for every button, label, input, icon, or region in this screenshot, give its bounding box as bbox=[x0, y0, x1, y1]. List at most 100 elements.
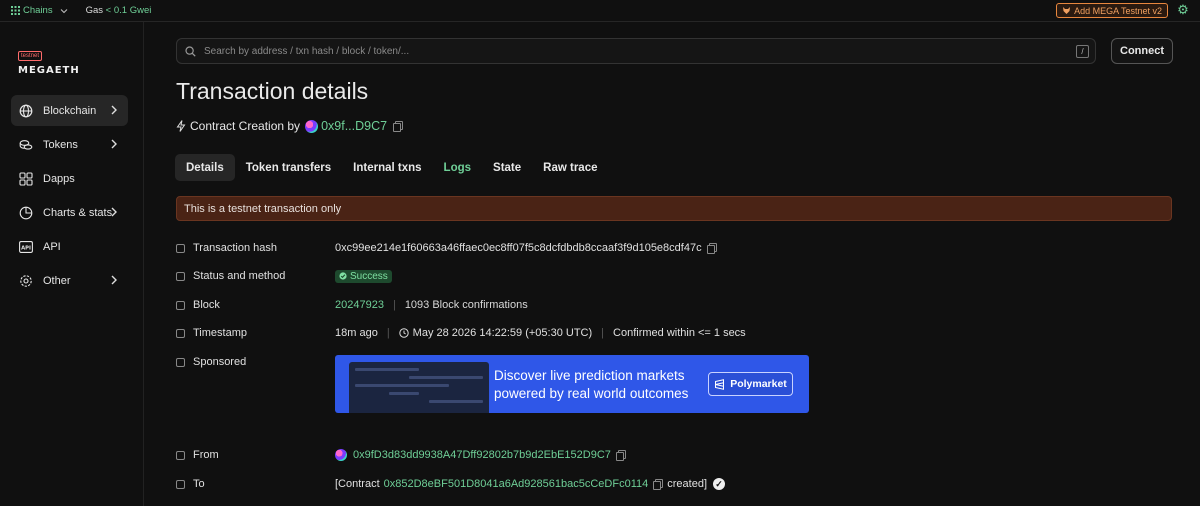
top-bar: Chains Gas < 0.1 Gwei Add MEGA Testnet v… bbox=[0, 0, 1200, 22]
logo-wordmark: MEGAETH bbox=[18, 65, 80, 76]
detail-row-timestamp: Timestamp 18m ago | May 28 2026 14:22:59… bbox=[176, 324, 1176, 342]
info-icon[interactable] bbox=[176, 300, 185, 310]
tab-details[interactable]: Details bbox=[175, 154, 235, 181]
chevron-right-icon bbox=[111, 105, 117, 115]
to-suffix: created] bbox=[667, 478, 707, 490]
sidebar-item-label: Charts & stats bbox=[43, 206, 113, 219]
info-icon[interactable] bbox=[176, 243, 185, 253]
ad-line-2: powered by real world outcomes bbox=[494, 386, 689, 401]
info-icon[interactable] bbox=[176, 450, 185, 460]
gas-price: Gas < 0.1 Gwei bbox=[86, 5, 152, 16]
sponsored-label: Sponsored bbox=[193, 356, 247, 368]
sidebar-item-label: Dapps bbox=[43, 172, 75, 185]
search-icon bbox=[185, 45, 196, 57]
polymarket-button[interactable]: Polymarket bbox=[708, 372, 793, 396]
tab-state[interactable]: State bbox=[482, 154, 532, 181]
sidebar-item-charts-stats[interactable]: Charts & stats bbox=[11, 197, 128, 228]
detail-row-status: Status and method Success bbox=[176, 267, 1176, 285]
status-label: Status and method bbox=[193, 270, 286, 282]
tab-token-transfers[interactable]: Token transfers bbox=[235, 154, 342, 181]
logo[interactable]: testnet MEGAETH bbox=[18, 44, 80, 76]
chevron-right-icon bbox=[111, 207, 117, 217]
add-network-label: Add MEGA Testnet v2 bbox=[1074, 5, 1162, 16]
testnet-warning-banner: This is a testnet transaction only bbox=[176, 196, 1172, 221]
status-badge: Success bbox=[335, 269, 392, 283]
chains-label: Chains bbox=[23, 5, 53, 16]
timestamp-label: Timestamp bbox=[193, 327, 247, 339]
tx-type-label: Contract Creation by bbox=[190, 119, 301, 133]
sidebar-item-dapps[interactable]: Dapps bbox=[11, 163, 128, 194]
connect-button[interactable]: Connect bbox=[1111, 38, 1173, 64]
tab-logs[interactable]: Logs bbox=[433, 154, 482, 181]
coins-icon bbox=[19, 138, 33, 152]
to-address-link[interactable]: 0x852D8eBF501D8041a6Ad928561bac5cCeDFc01… bbox=[384, 478, 649, 490]
add-network-button[interactable]: Add MEGA Testnet v2 bbox=[1056, 3, 1168, 18]
polymarket-label: Polymarket bbox=[730, 378, 787, 390]
timestamp-value: May 28 2026 14:22:59 (+05:30 UTC) bbox=[412, 327, 593, 339]
timestamp-confirmed: Confirmed within <= 1 secs bbox=[613, 327, 746, 339]
gas-value: < 0.1 Gwei bbox=[105, 5, 152, 16]
ad-line-1: Discover live prediction markets bbox=[494, 368, 685, 383]
gas-label: Gas bbox=[85, 5, 104, 16]
search-bar[interactable]: Search by address / txn hash / block / t… bbox=[176, 38, 1096, 64]
sponsored-ad-banner[interactable]: Discover live prediction markets powered… bbox=[335, 355, 809, 413]
info-icon[interactable] bbox=[176, 479, 185, 489]
hash-value: 0xc99ee214e1f60663a46ffaec0ec8ff07f5c8dc… bbox=[335, 242, 702, 254]
tx-subtitle: Contract Creation by 0x9f...D9C7 bbox=[176, 119, 404, 133]
page-title: Transaction details bbox=[176, 78, 369, 104]
chains-menu[interactable]: Chains bbox=[11, 5, 68, 16]
creator-address-link[interactable]: 0x9f...D9C7 bbox=[321, 119, 387, 133]
lightning-icon bbox=[176, 120, 186, 132]
avatar bbox=[305, 119, 319, 133]
info-icon[interactable] bbox=[176, 328, 185, 338]
chevron-right-icon bbox=[111, 139, 117, 149]
sidebar-item-label: API bbox=[43, 240, 61, 253]
detail-row-block: Block 20247923 | 1093 Block confirmation… bbox=[176, 296, 1176, 314]
copy-icon[interactable] bbox=[706, 243, 717, 254]
globe-icon bbox=[19, 104, 33, 118]
testnet-badge: testnet bbox=[18, 51, 43, 61]
check-circle-icon bbox=[339, 272, 347, 280]
block-link[interactable]: 20247923 bbox=[335, 299, 384, 311]
divider: | bbox=[392, 299, 396, 311]
sidebar-item-label: Tokens bbox=[43, 138, 78, 151]
polymarket-logo-icon bbox=[715, 378, 725, 390]
sidebar-item-other[interactable]: Other bbox=[11, 265, 128, 296]
tab-raw-trace[interactable]: Raw trace bbox=[532, 154, 608, 181]
sidebar-item-blockchain[interactable]: Blockchain bbox=[11, 95, 128, 126]
block-label: Block bbox=[193, 299, 220, 311]
timestamp-ago: 18m ago bbox=[335, 327, 378, 339]
copy-icon[interactable] bbox=[653, 479, 664, 490]
status-text: Success bbox=[350, 270, 388, 282]
from-address-link[interactable]: 0x9fD3d83dd9938A47Dff92802b7b9d2EbE152D9… bbox=[353, 449, 611, 461]
svg-text:API: API bbox=[21, 245, 31, 251]
to-label: To bbox=[193, 478, 205, 490]
hash-label: Transaction hash bbox=[193, 242, 277, 254]
sidebar-item-api[interactable]: API API bbox=[11, 231, 128, 262]
sidebar-item-tokens[interactable]: Tokens bbox=[11, 129, 128, 160]
tab-bar: Details Token transfers Internal txns Lo… bbox=[175, 154, 609, 181]
chart-icon bbox=[19, 206, 33, 220]
verified-check-icon: ✓ bbox=[713, 478, 725, 490]
block-confirmations: 1093 Block confirmations bbox=[404, 299, 528, 311]
tab-internal-txns[interactable]: Internal txns bbox=[342, 154, 432, 181]
ad-screenshot-image bbox=[349, 362, 489, 413]
detail-row-hash: Transaction hash 0xc99ee214e1f60663a46ff… bbox=[176, 239, 1176, 257]
fox-icon bbox=[1063, 7, 1071, 14]
search-input[interactable]: Search by address / txn hash / block / t… bbox=[204, 46, 409, 57]
sidebar-item-label: Blockchain bbox=[43, 104, 97, 117]
detail-row-to: To [Contract 0x852D8eBF501D8041a6Ad92856… bbox=[176, 475, 1176, 493]
divider: | bbox=[386, 327, 390, 339]
sidebar-item-label: Other bbox=[43, 274, 71, 287]
chevron-down-icon bbox=[60, 8, 67, 13]
divider: | bbox=[601, 327, 605, 339]
copy-icon[interactable] bbox=[615, 450, 626, 461]
info-icon[interactable] bbox=[176, 357, 185, 367]
ad-text: Discover live prediction markets powered… bbox=[494, 367, 688, 403]
grid-icon bbox=[19, 171, 33, 186]
copy-icon[interactable] bbox=[393, 121, 404, 132]
info-icon[interactable] bbox=[176, 271, 185, 281]
settings-icon[interactable]: ⚙ bbox=[1176, 3, 1190, 17]
grid-icon bbox=[11, 6, 20, 15]
search-shortcut-key: / bbox=[1076, 45, 1089, 58]
